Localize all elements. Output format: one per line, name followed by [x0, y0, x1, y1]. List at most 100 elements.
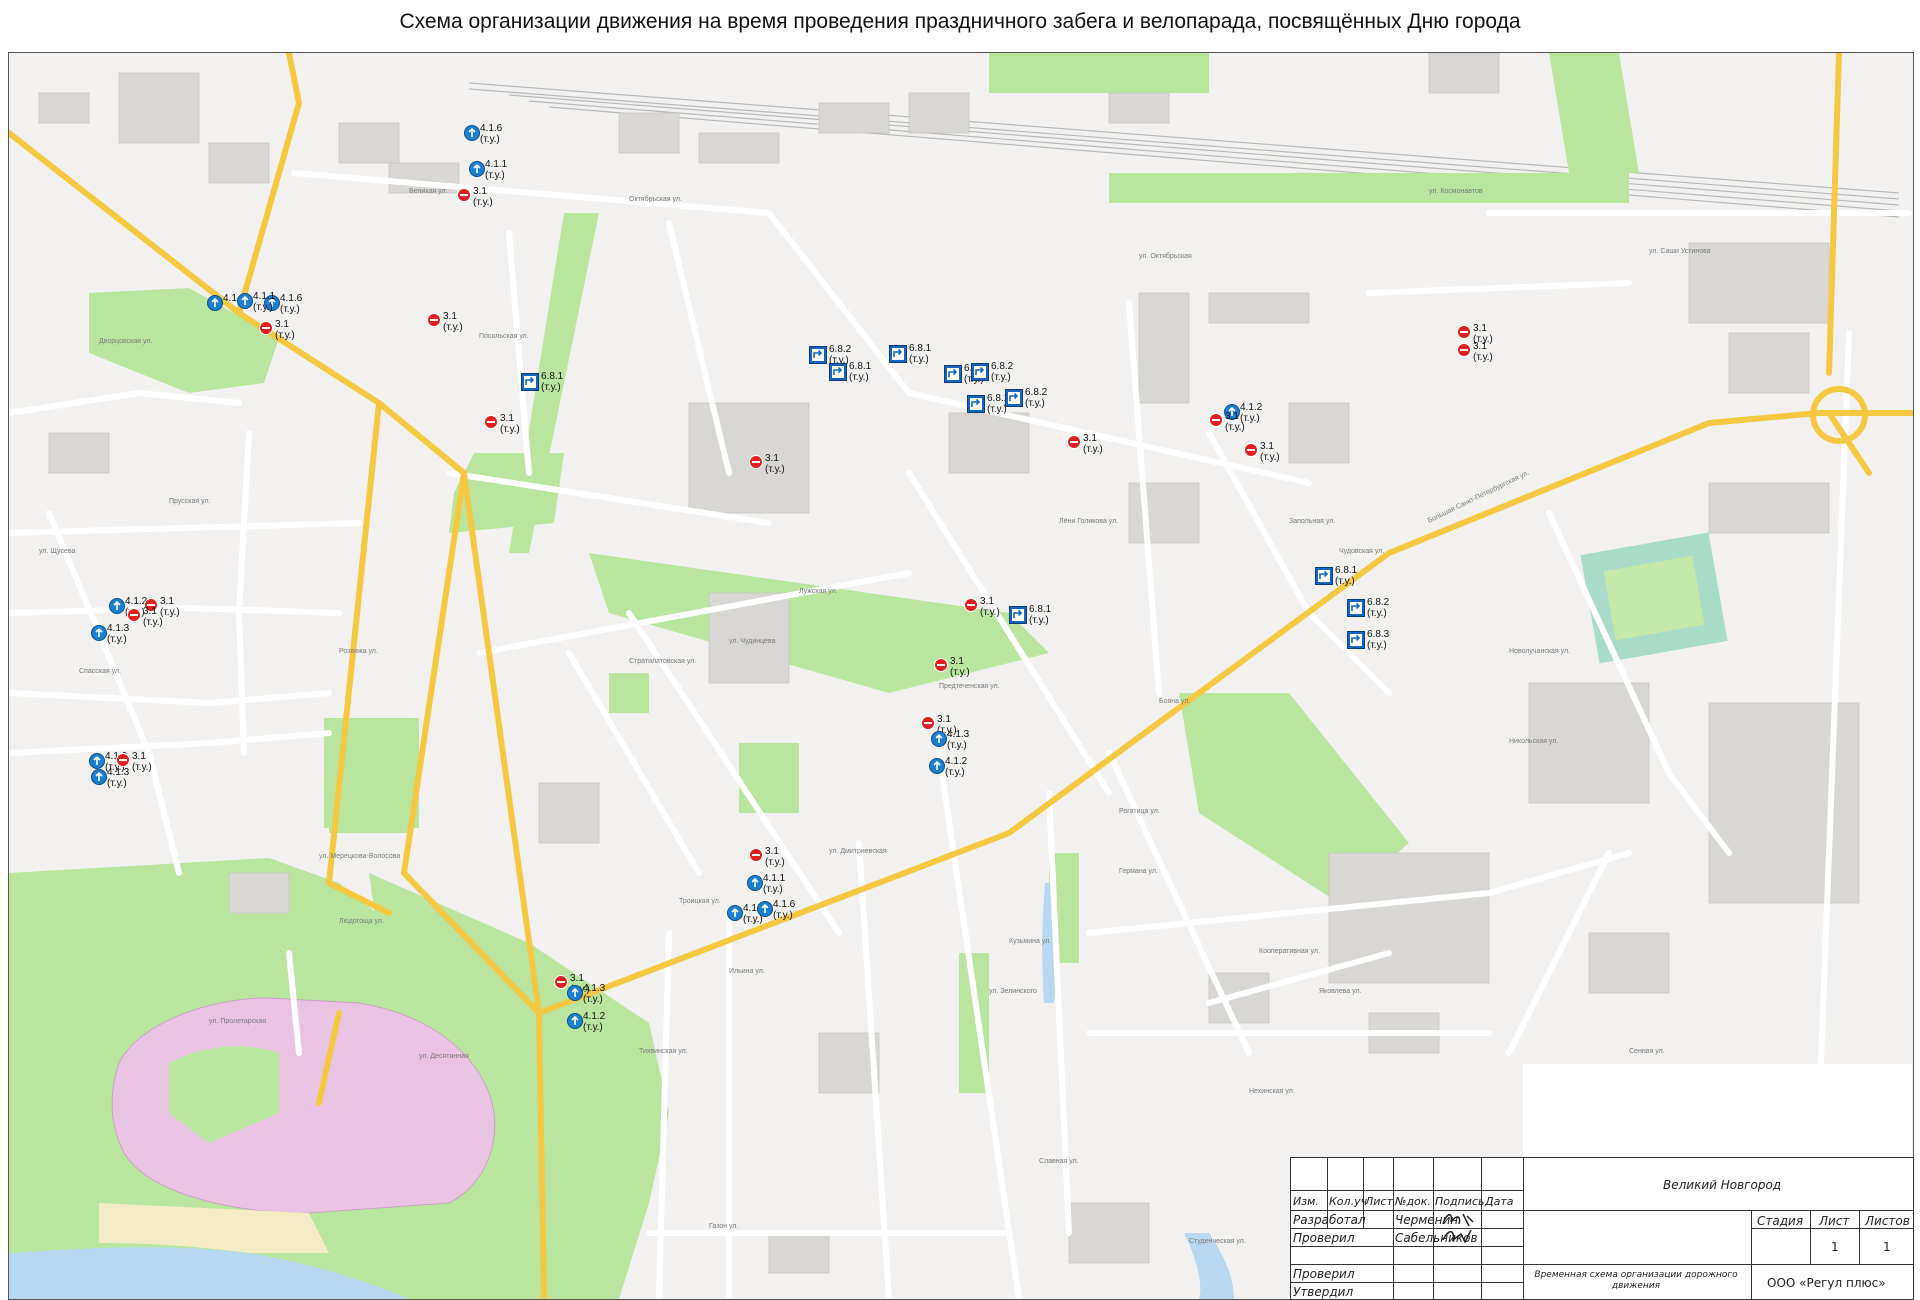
sign-code-label: 4.1.1 (т.у.): [763, 873, 786, 895]
mandatory-direction-sign-icon[interactable]: [567, 1013, 583, 1034]
sign-code-label: 6.8.1 (т.у.): [1029, 604, 1052, 626]
no-entry-sign-icon[interactable]: [259, 321, 273, 340]
sign-code-label: 3.1(т.у.): [500, 413, 520, 435]
svg-text:ул. Чудинцева: ул. Чудинцева: [729, 638, 776, 645]
svg-text:ул. Саши Устинова: ул. Саши Устинова: [1649, 248, 1711, 255]
sheets-label: Листов: [1865, 1214, 1910, 1228]
no-entry-sign-icon[interactable]: [749, 848, 763, 867]
sheet-label: Лист: [1819, 1214, 1850, 1228]
svg-text:Великая ул.: Великая ул.: [409, 188, 448, 195]
no-entry-sign-icon[interactable]: [964, 598, 978, 617]
svg-text:ул. Пролетарская: ул. Пролетарская: [209, 1018, 266, 1025]
detour-sign-icon[interactable]: [971, 363, 989, 386]
svg-text:ул. Дмитриевская: ул. Дмитриевская: [829, 848, 887, 855]
doc-title: Временная схема организации дорожного дв…: [1534, 1270, 1738, 1291]
mandatory-direction-sign-icon[interactable]: [464, 125, 480, 146]
sign-code-label: 4.1.3 (т.у.): [947, 729, 970, 751]
header-data: Дата: [1485, 1195, 1514, 1208]
sheet-value: 1: [1831, 1240, 1839, 1254]
sign-code-label: 6.8.2 (т.у.): [1025, 387, 1048, 409]
sign-code-label: 3.1(т.у.): [443, 311, 463, 333]
svg-text:Чудовская ул.: Чудовская ул.: [1339, 548, 1384, 555]
sign-code-label: 3.1(т.у.): [1260, 441, 1280, 463]
sign-code-label: 6.8.2 (т.у.): [1367, 597, 1390, 619]
svg-text:Розважа ул.: Розважа ул.: [339, 648, 378, 655]
svg-text:Германа ул.: Германа ул.: [1119, 868, 1158, 875]
developed-label: Разработал: [1293, 1213, 1366, 1227]
detour-sign-icon[interactable]: [521, 373, 539, 396]
mandatory-direction-sign-icon[interactable]: [109, 598, 125, 619]
detour-sign-icon[interactable]: [1005, 389, 1023, 412]
svg-text:Лёни Голикова ул.: Лёни Голикова ул.: [1059, 518, 1118, 525]
no-entry-sign-icon[interactable]: [127, 608, 141, 627]
no-entry-sign-icon[interactable]: [457, 188, 471, 207]
svg-text:Бояна ул.: Бояна ул.: [1159, 698, 1190, 705]
mandatory-direction-sign-icon[interactable]: [207, 295, 223, 316]
detour-sign-icon[interactable]: [889, 345, 907, 368]
mandatory-direction-sign-icon[interactable]: [747, 875, 763, 896]
svg-text:Троицкая ул.: Троицкая ул.: [679, 898, 721, 905]
no-entry-sign-icon[interactable]: [1244, 443, 1258, 462]
svg-text:Кооперативная ул.: Кооперативная ул.: [1259, 948, 1320, 955]
svg-text:Запольная ул.: Запольная ул.: [1289, 518, 1335, 525]
sign-code-label: 3.1(т.у.): [980, 596, 1000, 618]
mandatory-direction-sign-icon[interactable]: [469, 161, 485, 182]
approved-label: Утвердил: [1293, 1285, 1354, 1299]
detour-sign-icon[interactable]: [809, 346, 827, 369]
sign-code-label: 6.8.1 (т.у.): [849, 361, 872, 383]
svg-text:Никольская ул.: Никольская ул.: [1509, 738, 1558, 745]
mandatory-direction-sign-icon[interactable]: [237, 293, 253, 314]
blank-area: [1523, 1064, 1912, 1158]
sign-code-label: 6.8.2 (т.у.): [991, 361, 1014, 383]
no-entry-sign-icon[interactable]: [1457, 325, 1471, 344]
no-entry-sign-icon[interactable]: [116, 753, 130, 772]
sign-code-label: 3.1(т.у.): [765, 846, 785, 868]
svg-text:Дворцовская ул.: Дворцовская ул.: [99, 338, 152, 345]
detour-sign-icon[interactable]: [1009, 606, 1027, 629]
sign-code-label: 3.1(т.у.): [275, 319, 295, 341]
no-entry-sign-icon[interactable]: [427, 313, 441, 332]
mandatory-direction-sign-icon[interactable]: [727, 905, 743, 926]
mandatory-direction-sign-icon[interactable]: [567, 985, 583, 1006]
sign-code-label: 3.1(т.у.): [132, 751, 152, 773]
sign-code-label: 4.1.6 (т.у.): [480, 123, 503, 145]
no-entry-sign-icon[interactable]: [749, 455, 763, 474]
no-entry-sign-icon[interactable]: [554, 975, 568, 994]
detour-sign-icon[interactable]: [1347, 631, 1365, 654]
company-name: ООО «Регул плюс»: [1767, 1276, 1886, 1290]
svg-text:Лужская ул.: Лужская ул.: [799, 588, 838, 595]
detour-sign-icon[interactable]: [967, 395, 985, 418]
no-entry-sign-icon[interactable]: [1067, 435, 1081, 454]
sign-code-label: 4.1.3 (т.у.): [583, 983, 606, 1005]
mandatory-direction-sign-icon[interactable]: [91, 625, 107, 646]
detour-sign-icon[interactable]: [829, 363, 847, 386]
svg-text:Ильина ул.: Ильина ул.: [729, 968, 765, 975]
sign-code-label: 3.1(т.у.): [143, 606, 163, 628]
detour-sign-icon[interactable]: [1315, 567, 1333, 590]
no-entry-sign-icon[interactable]: [934, 658, 948, 677]
no-entry-sign-icon[interactable]: [1209, 413, 1223, 432]
sign-code-label: 3.1(т.у.): [950, 656, 970, 678]
svg-text:ул. Десятинная: ул. Десятинная: [419, 1053, 469, 1060]
svg-text:Посольская ул.: Посольская ул.: [479, 333, 529, 340]
svg-text:Студенческая ул.: Студенческая ул.: [1189, 1238, 1246, 1245]
mandatory-direction-sign-icon[interactable]: [91, 769, 107, 790]
mandatory-direction-sign-icon[interactable]: [931, 731, 947, 752]
svg-text:Людогоща ул.: Людогоща ул.: [339, 918, 384, 925]
sign-code-label: 6.8.3(т.у.): [1367, 629, 1390, 651]
svg-text:Прусская ул.: Прусская ул.: [169, 498, 211, 505]
no-entry-sign-icon[interactable]: [1457, 343, 1471, 362]
svg-text:Предтеченская ул.: Предтеченская ул.: [939, 683, 1000, 690]
no-entry-sign-icon[interactable]: [484, 415, 498, 434]
header-podpis: Подпись: [1435, 1195, 1485, 1208]
svg-text:Тихвинская ул.: Тихвинская ул.: [639, 1048, 688, 1055]
sign-code-label: 4.1.3 (т.у.): [107, 623, 130, 645]
mandatory-direction-sign-icon[interactable]: [929, 758, 945, 779]
sign-code-label: 3.1(т.у.): [473, 186, 493, 208]
svg-text:ул. Октябрьская: ул. Октябрьская: [1139, 252, 1192, 260]
svg-text:ул. Щусева: ул. Щусева: [39, 548, 75, 555]
svg-text:Нехинская ул.: Нехинская ул.: [1249, 1088, 1295, 1095]
svg-text:Газон ул.: Газон ул.: [709, 1223, 738, 1230]
detour-sign-icon[interactable]: [1347, 599, 1365, 622]
detour-sign-icon[interactable]: [944, 365, 962, 388]
